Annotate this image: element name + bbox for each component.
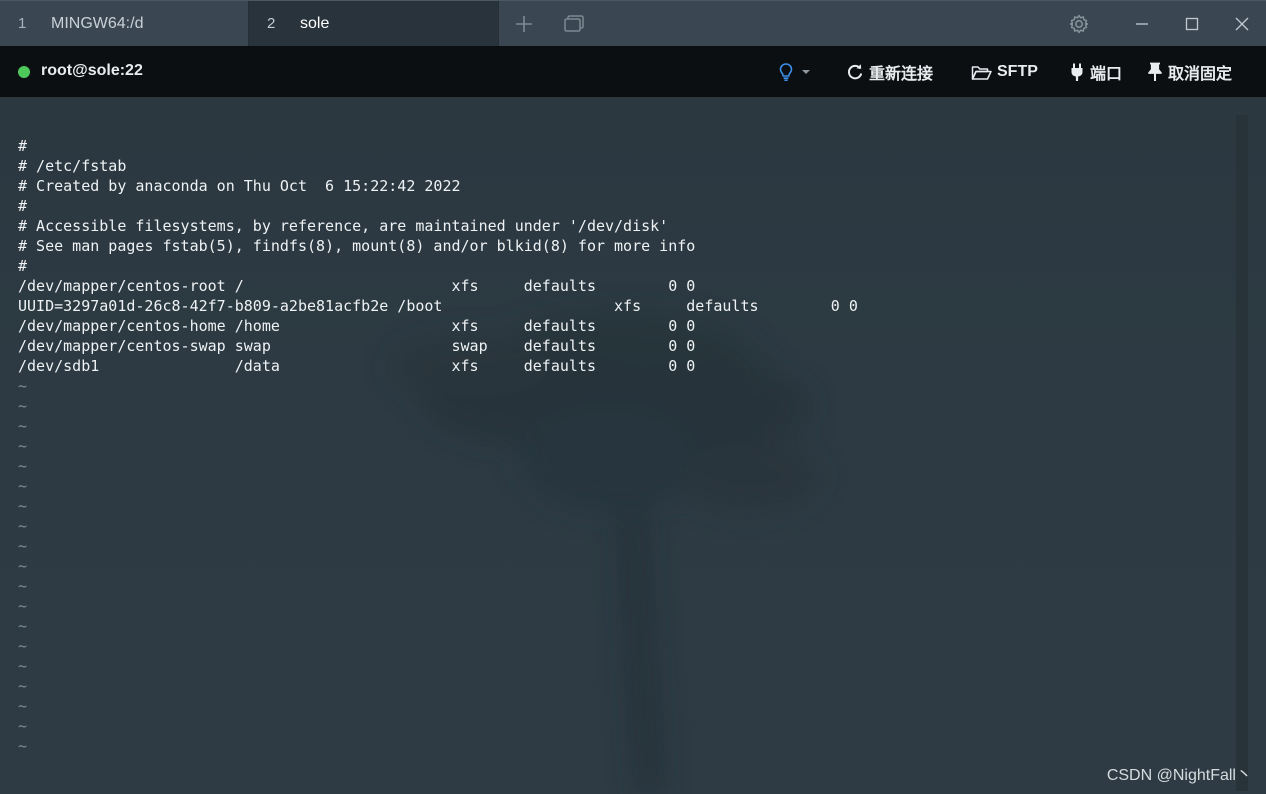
hints-dropdown-button[interactable] <box>777 60 817 84</box>
vim-empty-line-marker: ~ <box>18 677 28 695</box>
close-icon <box>1235 17 1249 31</box>
terminal-line: # Created by anaconda on Thu Oct 6 15:22… <box>18 177 461 195</box>
session-toolbar: root@sole:22 重新连接 SFTP 端口 取消固定 <box>0 46 1266 97</box>
sftp-label: SFTP <box>997 63 1038 80</box>
gear-icon <box>1069 14 1089 34</box>
tab-label: sole <box>300 14 330 32</box>
terminal-line: # Accessible filesystems, by reference, … <box>18 217 669 235</box>
terminal-line: # /etc/fstab <box>18 157 127 175</box>
terminal-line: # <box>18 257 28 275</box>
settings-button[interactable] <box>1065 10 1093 38</box>
terminal-app-window: 1 MINGW64:/d 2 sole root@sole:22 重新连接 SF… <box>0 0 1266 794</box>
session-host-label: root@sole:22 <box>41 62 143 79</box>
tab-label: MINGW64:/d <box>51 14 144 32</box>
vim-empty-line-marker: ~ <box>18 417 28 435</box>
maximize-icon <box>1185 17 1199 31</box>
tab-sole[interactable]: 2 sole <box>249 1 499 46</box>
reconnect-button[interactable]: 重新连接 <box>846 60 933 84</box>
windows-icon <box>564 15 584 32</box>
pin-icon <box>1148 62 1162 81</box>
vim-empty-line-marker: ~ <box>18 517 28 535</box>
minimize-icon <box>1136 23 1148 25</box>
connection-status-indicator <box>18 66 30 78</box>
watermark-text: CSDN @NightFall丶 <box>1106 767 1252 784</box>
vim-empty-line-marker: ~ <box>18 697 28 715</box>
terminal-line: # <box>18 197 28 215</box>
terminal-output: # # /etc/fstab # Created by anaconda on Th… <box>18 136 858 756</box>
refresh-icon <box>847 64 863 80</box>
reconnect-label: 重新连接 <box>869 66 934 83</box>
vim-empty-line-marker: ~ <box>18 557 28 575</box>
vim-empty-line-marker: ~ <box>18 737 28 755</box>
terminal-line: # <box>18 137 28 155</box>
vim-empty-line-marker: ~ <box>18 637 28 655</box>
plus-icon <box>516 16 532 32</box>
terminal-line: /dev/mapper/centos-swap swap swap defaul… <box>18 337 696 355</box>
vim-empty-line-marker: ~ <box>18 477 28 495</box>
vim-empty-line-marker: ~ <box>18 577 28 595</box>
tab-number: 2 <box>267 15 276 32</box>
vim-empty-line-marker: ~ <box>18 497 28 515</box>
minimize-button[interactable] <box>1128 10 1156 38</box>
lightbulb-icon <box>779 63 793 81</box>
vim-empty-line-marker: ~ <box>18 377 28 395</box>
sftp-button[interactable]: SFTP <box>971 60 1038 84</box>
vim-empty-line-marker: ~ <box>18 537 28 555</box>
tab-bar: 1 MINGW64:/d 2 sole <box>0 0 1266 46</box>
terminal-line: # See man pages fstab(5), findfs(8), mou… <box>18 237 696 255</box>
terminal-line: /dev/mapper/centos-root / xfs defaults 0… <box>18 277 696 295</box>
unpin-label: 取消固定 <box>1168 66 1233 83</box>
tab-list-button[interactable] <box>561 11 587 37</box>
terminal-line: UUID=3297a01d-26c8-42f7-b809-a2be81acfb2… <box>18 297 858 315</box>
terminal-viewport[interactable]: # # /etc/fstab # Created by anaconda on Th… <box>0 97 1266 794</box>
terminal-line: /dev/sdb1 /data xfs defaults 0 0 <box>18 357 696 375</box>
terminal-scrollbar[interactable] <box>1236 115 1248 791</box>
close-button[interactable] <box>1228 10 1256 38</box>
tab-number: 1 <box>18 15 27 32</box>
vim-empty-line-marker: ~ <box>18 717 28 735</box>
maximize-button[interactable] <box>1178 10 1206 38</box>
new-tab-button[interactable] <box>511 11 537 37</box>
vim-empty-line-marker: ~ <box>18 437 28 455</box>
plug-icon <box>1071 63 1083 81</box>
chevron-down-icon <box>802 70 810 74</box>
unpin-button[interactable]: 取消固定 <box>1147 60 1232 84</box>
folder-icon <box>971 65 992 80</box>
vim-empty-line-marker: ~ <box>18 457 28 475</box>
vim-empty-line-marker: ~ <box>18 657 28 675</box>
port-forward-button[interactable]: 端口 <box>1069 60 1122 84</box>
terminal-line: /dev/mapper/centos-home /home xfs defaul… <box>18 317 696 335</box>
vim-empty-line-marker: ~ <box>18 397 28 415</box>
vim-empty-line-marker: ~ <box>18 597 28 615</box>
port-label: 端口 <box>1090 66 1123 83</box>
vim-empty-line-marker: ~ <box>18 617 28 635</box>
tab-mingw64[interactable]: 1 MINGW64:/d <box>0 1 249 46</box>
